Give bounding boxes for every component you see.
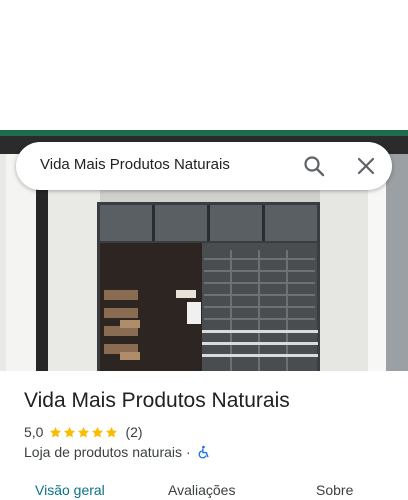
place-tabs: Visão geral Avaliações Sobre	[0, 476, 408, 500]
tab-reviews[interactable]: Avaliações	[168, 482, 235, 498]
star-icon	[64, 426, 76, 437]
search-input[interactable]: Vida Mais Produtos Naturais	[40, 156, 230, 173]
search-box[interactable]: Vida Mais Produtos Naturais	[16, 142, 392, 190]
star-icon	[92, 426, 104, 437]
tab-about[interactable]: Sobre	[316, 482, 353, 498]
star-icon	[78, 426, 90, 437]
rating-row[interactable]: 5,0 (2)	[24, 423, 143, 441]
rating-value: 5,0	[24, 424, 44, 440]
close-icon[interactable]	[354, 154, 378, 178]
place-title: Vida Mais Produtos Naturais	[24, 389, 290, 412]
star-icon	[50, 426, 62, 437]
rating-stars	[49, 426, 119, 439]
map-top-area	[0, 0, 408, 130]
place-page: Vida Mais Produtos Naturais Vida Mais Pr…	[0, 0, 408, 500]
search-icon[interactable]	[302, 154, 326, 178]
place-category[interactable]: Loja de produtos naturais	[24, 444, 182, 460]
review-count[interactable]: (2)	[125, 424, 142, 440]
category-row: Loja de produtos naturais ·	[24, 443, 211, 461]
star-icon	[106, 426, 118, 437]
wheelchair-icon	[198, 445, 209, 459]
separator-dot: ·	[186, 444, 191, 460]
tab-overview[interactable]: Visão geral	[35, 482, 105, 498]
